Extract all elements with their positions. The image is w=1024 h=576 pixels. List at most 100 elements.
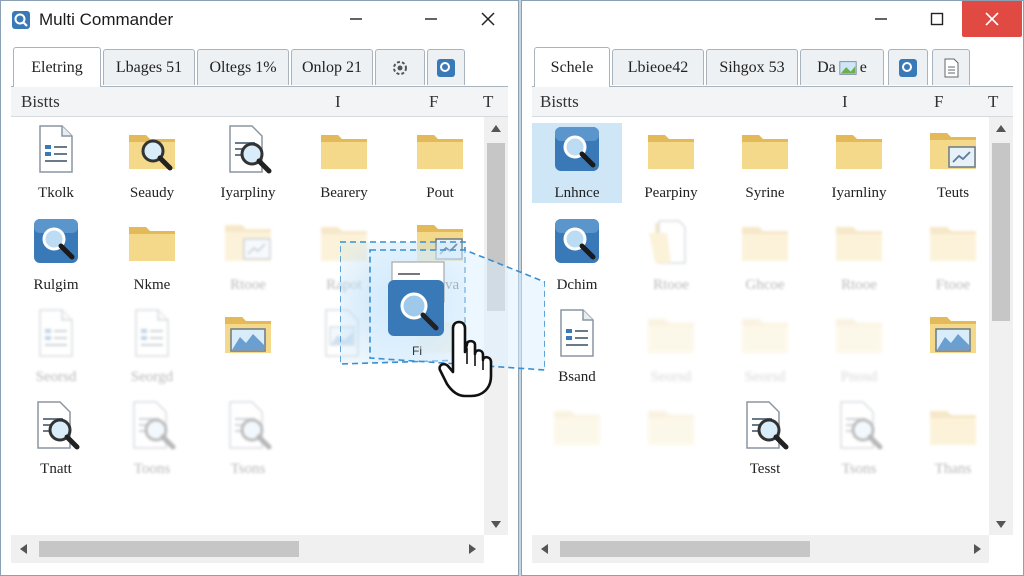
- file-name: [908, 369, 989, 387]
- file-item[interactable]: Rtooe: [626, 215, 716, 295]
- scroll-thumb[interactable]: [487, 143, 505, 311]
- horizontal-scrollbar[interactable]: [11, 535, 484, 563]
- column-2[interactable]: F: [934, 92, 943, 112]
- file-item[interactable]: [626, 399, 716, 479]
- title-bar-right: [522, 1, 1023, 39]
- file-name: Ghcoe: [745, 277, 785, 293]
- close-icon: [481, 12, 495, 26]
- tab-1[interactable]: Lbages 51: [103, 49, 195, 85]
- file-item[interactable]: Iyarpliny: [203, 123, 293, 203]
- scroll-up-icon[interactable]: [484, 117, 508, 139]
- file-item[interactable]: Bearery: [299, 123, 389, 203]
- file-item[interactable]: Rabva: [395, 215, 484, 295]
- scroll-down-icon[interactable]: [989, 513, 1013, 535]
- file-item[interactable]: Toons: [107, 399, 197, 479]
- file-name: Rtooe: [230, 277, 266, 293]
- folder-icon: [551, 399, 603, 451]
- tab-3[interactable]: Onlop 21: [291, 49, 373, 85]
- file-item[interactable]: Rulgim: [11, 215, 101, 295]
- file-name: Rabva: [420, 277, 460, 293]
- file-item[interactable]: [908, 307, 989, 387]
- file-item[interactable]: Seorsd: [720, 307, 810, 387]
- file-item[interactable]: Pearpiny: [626, 123, 716, 203]
- minimize-button-2[interactable]: [406, 1, 456, 37]
- file-item[interactable]: Tesst: [720, 399, 810, 479]
- file-item[interactable]: [203, 307, 293, 387]
- file-item[interactable]: Syrine: [720, 123, 810, 203]
- scroll-left-icon[interactable]: [532, 535, 556, 563]
- file-item[interactable]: Seaudy: [107, 123, 197, 203]
- tab-0[interactable]: Schele: [534, 47, 610, 87]
- scroll-up-icon[interactable]: [989, 117, 1013, 139]
- gear-icon: [393, 60, 407, 75]
- tab-2[interactable]: Sihgox 53: [706, 49, 798, 85]
- tab-2[interactable]: Oltegs 1%: [197, 49, 289, 85]
- folder-icon: [414, 123, 466, 175]
- hscroll-thumb[interactable]: [39, 541, 299, 557]
- file-name: Pearpiny: [644, 185, 698, 201]
- file-item[interactable]: Thans: [908, 399, 989, 479]
- minimize-button[interactable]: [331, 1, 381, 37]
- file-item[interactable]: Nkme: [107, 215, 197, 295]
- column-2[interactable]: F: [429, 92, 438, 112]
- file-name: Iyarnliny: [831, 185, 887, 201]
- file-item[interactable]: Ghcoe: [720, 215, 810, 295]
- window-title: Multi Commander: [39, 10, 174, 29]
- file-list: Tkolk Seaudy Iyarpliny Bearery Pout Rulgim Nkm…: [11, 117, 484, 535]
- search-document-icon: [222, 399, 274, 451]
- tab-search[interactable]: [427, 49, 465, 85]
- tab-3[interactable]: Da e: [800, 49, 884, 85]
- file-item[interactable]: Teuts: [908, 123, 989, 203]
- scroll-right-icon[interactable]: [965, 535, 989, 563]
- scroll-right-icon[interactable]: [460, 535, 484, 563]
- file-name: Pnosd: [840, 369, 878, 385]
- scroll-down-icon[interactable]: [484, 513, 508, 535]
- close-button[interactable]: [463, 1, 513, 37]
- scroll-thumb[interactable]: [992, 143, 1010, 321]
- file-item[interactable]: Tsons: [203, 399, 293, 479]
- tab-search[interactable]: [888, 49, 928, 85]
- tab-1[interactable]: Lbieoe42: [612, 49, 704, 85]
- file-item[interactable]: Pnosd: [814, 307, 904, 387]
- horizontal-scrollbar[interactable]: [532, 535, 989, 563]
- file-name: [299, 369, 389, 387]
- file-item[interactable]: Dchim: [532, 215, 622, 295]
- file-item[interactable]: Tkolk: [11, 123, 101, 203]
- file-name: [532, 461, 622, 479]
- column-3[interactable]: T: [988, 92, 998, 112]
- file-item[interactable]: Seorgd: [107, 307, 197, 387]
- file-item[interactable]: Ftooe: [908, 215, 989, 295]
- vertical-scrollbar[interactable]: [989, 117, 1013, 535]
- file-item[interactable]: Seorsd: [11, 307, 101, 387]
- file-item[interactable]: Tnatt: [11, 399, 101, 479]
- file-item[interactable]: Rtooe: [203, 215, 293, 295]
- hscroll-thumb[interactable]: [560, 541, 810, 557]
- tab-0[interactable]: Eletring: [13, 47, 101, 87]
- file-item[interactable]: Lnhnce: [532, 123, 622, 203]
- column-3[interactable]: T: [483, 92, 493, 112]
- file-item[interactable]: Seorsd: [626, 307, 716, 387]
- scroll-left-icon[interactable]: [11, 535, 35, 563]
- search-document-icon: [30, 399, 82, 451]
- maximize-button[interactable]: [912, 1, 962, 37]
- column-name[interactable]: Bistts: [21, 92, 60, 112]
- file-name: Seorsd: [35, 369, 77, 385]
- tab-document[interactable]: [932, 49, 970, 85]
- file-item[interactable]: Pout: [395, 123, 484, 203]
- search-folder-icon: [126, 123, 178, 175]
- file-item[interactable]: [299, 307, 389, 387]
- close-button[interactable]: [962, 1, 1022, 37]
- file-name: Rapot: [326, 277, 362, 293]
- file-item[interactable]: Bsand: [532, 307, 622, 387]
- column-name[interactable]: Bistts: [540, 92, 579, 112]
- minimize-button[interactable]: [856, 1, 906, 37]
- file-item[interactable]: Iyarnliny: [814, 123, 904, 203]
- file-item[interactable]: Tsons: [814, 399, 904, 479]
- column-1[interactable]: I: [335, 92, 341, 112]
- file-item[interactable]: Rtooe: [814, 215, 904, 295]
- folder-icon: [318, 123, 370, 175]
- file-item[interactable]: [532, 399, 622, 479]
- column-1[interactable]: I: [842, 92, 848, 112]
- tab-settings[interactable]: [375, 49, 425, 85]
- file-item[interactable]: Rapot: [299, 215, 389, 295]
